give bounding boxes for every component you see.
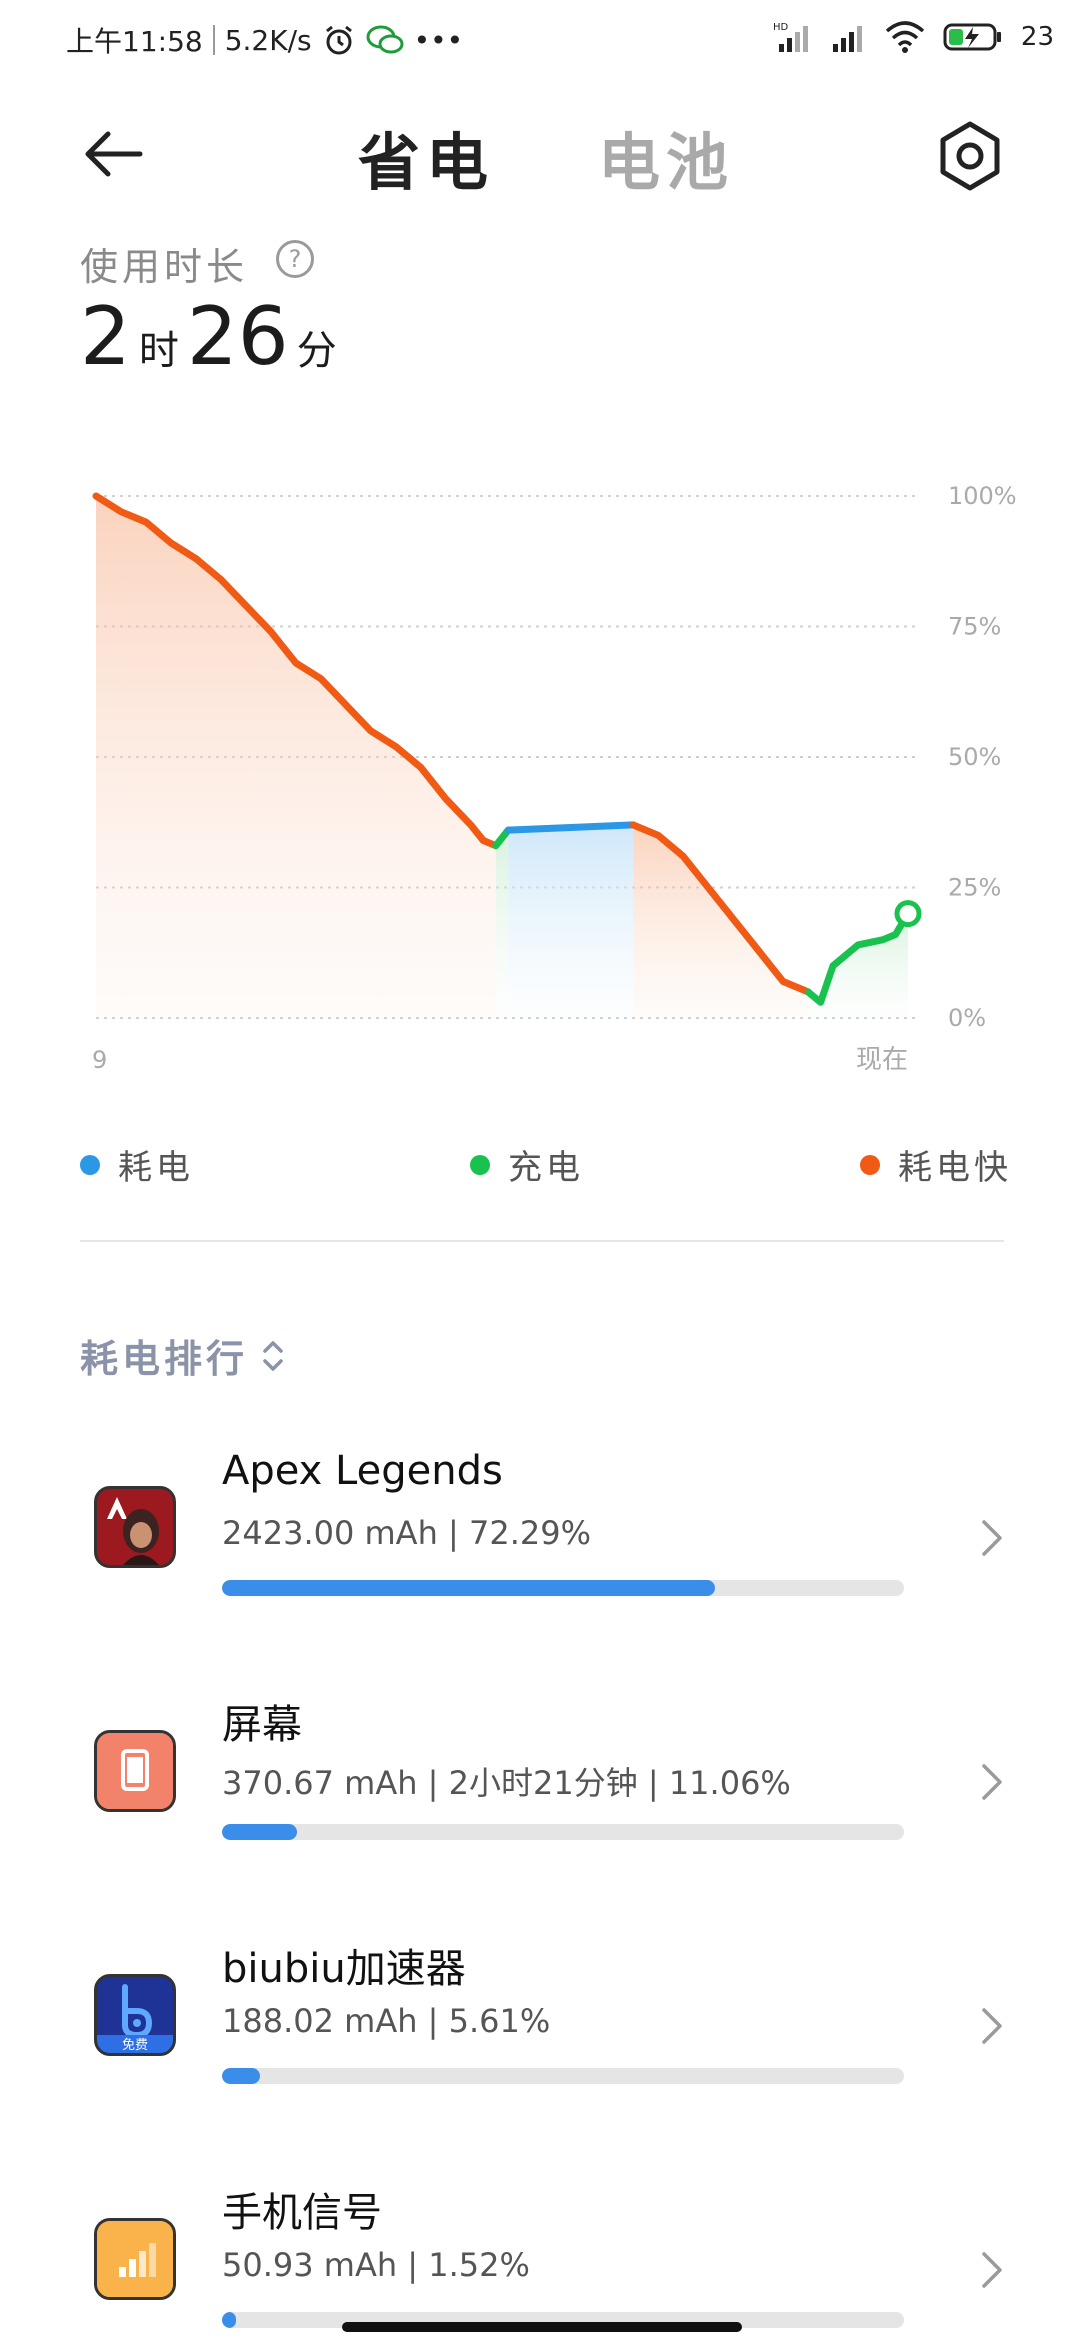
back-button[interactable] [78, 118, 150, 190]
status-left: 上午11:58 5.2K/s ••• [66, 20, 463, 60]
series-area [96, 496, 496, 1018]
tab-power-saving[interactable]: 省电 [358, 112, 494, 202]
wechat-icon [366, 25, 404, 54]
app-stat: 188.02 mAh | 5.61% [222, 2002, 551, 2040]
home-indicator[interactable] [342, 2322, 742, 2332]
usage-bar-fill [222, 1824, 298, 1840]
legend-label-charge: 充电 [508, 1148, 584, 1188]
app-name: 屏幕 [222, 1702, 302, 1748]
app-name: Apex Legends [222, 1448, 503, 1494]
status-speed: 5.2K/s [224, 23, 312, 57]
legend-dot-fast-consume [860, 1154, 880, 1175]
usage-bar-track [222, 1824, 904, 1840]
biubiu-icon-badge: 免费 [122, 2038, 148, 2053]
legend-label-consume: 耗电 [118, 1148, 194, 1188]
series-area [508, 824, 634, 1018]
list-item-apex-legends[interactable]: Apex Legends 2423.00 mAh | 72.29% [0, 1418, 1080, 1662]
status-time: 上午11:58 [66, 25, 203, 58]
current-point-marker [894, 900, 922, 928]
usage-hours: 2 [80, 290, 131, 383]
sort-updown-icon [263, 1340, 283, 1371]
app-stat: 370.67 mAh | 2小时21分钟 | 11.06% [222, 1764, 791, 1802]
chevron-right-icon [982, 1520, 1002, 1556]
legend-dot-consume [80, 1154, 100, 1175]
app-stat: 2423.00 mAh | 72.29% [222, 1514, 591, 1552]
signal-icon [94, 2218, 176, 2300]
legend-dot-charge [470, 1154, 490, 1175]
settings-button[interactable] [930, 116, 1010, 196]
biubiu-icon: 免费 [94, 1974, 176, 2056]
settings-hexagon-icon [940, 121, 1000, 191]
screen-icon [94, 1730, 176, 1812]
back-arrow-icon [85, 131, 143, 177]
apex-legends-icon [94, 1486, 176, 1568]
legend-item-fast-consume: 耗电快 [860, 1140, 1012, 1189]
usage-hours-unit: 时 [138, 328, 179, 374]
legend-item-consume: 耗电 [80, 1140, 194, 1189]
status-right: HD 23 [773, 20, 1054, 54]
usage-bar-track [222, 2068, 904, 2084]
list-item-biubiu[interactable]: 免费 biubiu加速器 188.02 mAh | 5.61% [0, 1906, 1080, 2150]
usage-bar-fill [222, 1580, 716, 1596]
legend-label-fast-consume: 耗电快 [898, 1148, 1012, 1188]
help-icon[interactable]: ? [276, 240, 314, 278]
list-item-mobile-signal[interactable]: 手机信号 50.93 mAh | 1.52% [0, 2150, 1080, 2340]
ranking-title: 耗电排行 [80, 1337, 249, 1381]
alarm-icon [325, 25, 352, 55]
status-bar: 上午11:58 5.2K/s ••• HD 23 [0, 0, 1080, 86]
battery-charging-icon [943, 23, 1001, 51]
usage-minutes-unit: 分 [296, 328, 337, 374]
chevron-right-icon [982, 2252, 1002, 2288]
series-area [633, 824, 809, 1018]
y-tick-label: 25% [948, 874, 1001, 902]
y-tick-label: 100% [948, 482, 1017, 510]
signal-icon [832, 26, 862, 52]
usage-bar-track [222, 1580, 904, 1596]
battery-level: 23 [1020, 22, 1054, 52]
divider [80, 1240, 1004, 1242]
tab-battery[interactable]: 电池 [598, 112, 734, 202]
usage-duration-value: 2 时 26 分 [80, 290, 337, 383]
x-end-label: 现在 [856, 1045, 908, 1075]
series-area [495, 830, 509, 1018]
battery-level-chart: 100% 75% 50% 25% 0% 9 现在 [92, 482, 1017, 1075]
status-separator [212, 25, 215, 55]
chevron-right-icon [982, 1764, 1002, 1800]
usage-bar-fill [222, 2068, 261, 2084]
usage-bar-fill [222, 2312, 236, 2328]
list-item-screen[interactable]: 屏幕 370.67 mAh | 2小时21分钟 | 11.06% [0, 1662, 1080, 1906]
hd-signal-icon: HD [773, 22, 808, 52]
usage-duration-label: 使用时长 [80, 245, 249, 289]
y-tick-label: 0% [948, 1004, 986, 1032]
app-name: 手机信号 [222, 2190, 382, 2236]
wifi-icon [885, 21, 925, 53]
chevron-right-icon [982, 2008, 1002, 2044]
y-tick-label: 75% [948, 613, 1001, 641]
y-tick-label: 50% [948, 743, 1001, 771]
app-name: biubiu加速器 [222, 1946, 466, 1992]
usage-minutes: 26 [186, 290, 289, 383]
app-stat: 50.93 mAh | 1.52% [222, 2246, 530, 2284]
legend-item-charge: 充电 [470, 1140, 584, 1189]
more-notifications-icon: ••• [413, 23, 464, 57]
svg-text:HD: HD [773, 22, 789, 33]
x-start-label: 9 [92, 1046, 107, 1074]
ranking-sort-toggle[interactable]: 耗电排行 [80, 1328, 284, 1383]
